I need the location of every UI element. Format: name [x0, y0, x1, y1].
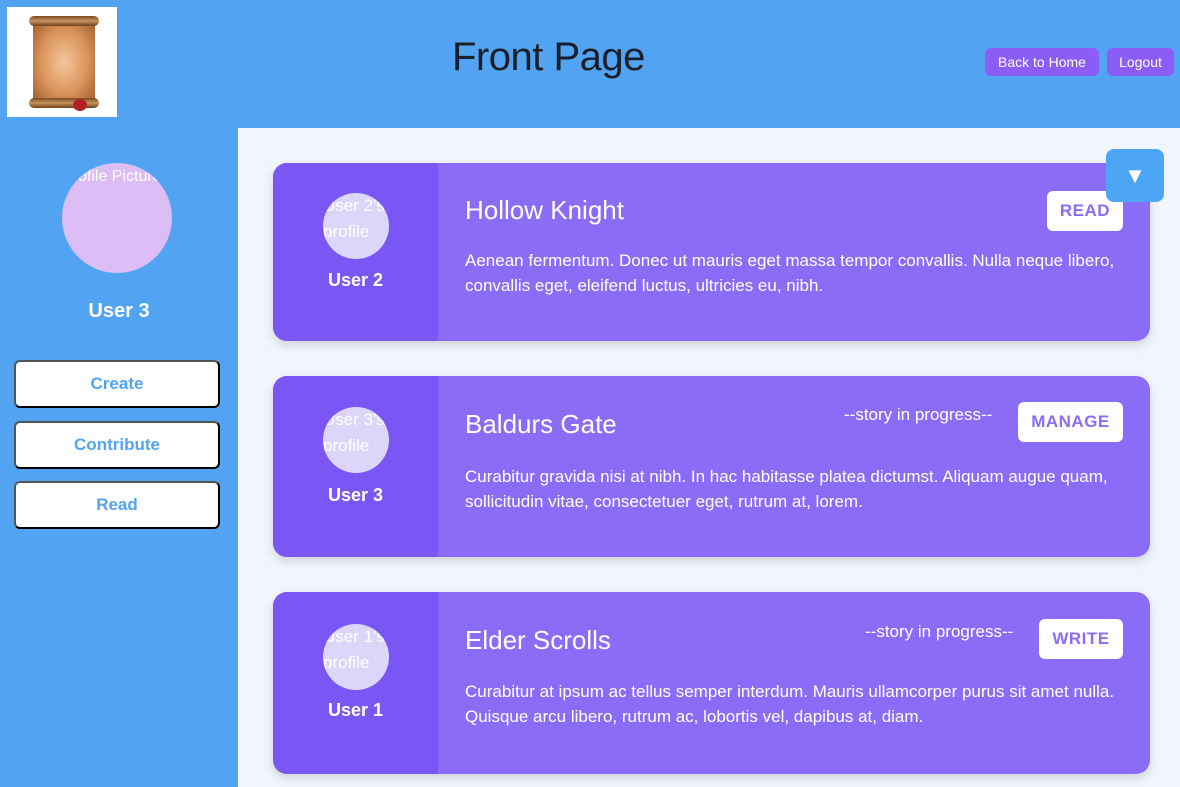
story-description: Curabitur at ipsum ac tellus semper inte… — [465, 682, 1115, 726]
author-avatar[interactable]: User 2's profile — [323, 193, 389, 259]
story-author: User 3 — [327, 485, 384, 505]
contribute-button[interactable]: Contribute — [14, 421, 220, 469]
sidebar-username: User 3 — [88, 300, 150, 322]
story-description: Aenean fermentum. Donec ut mauris eget m… — [465, 251, 1115, 295]
story-card: User 3's profile User 3 Baldurs Gate --s… — [273, 376, 1150, 557]
story-author: User 1 — [327, 700, 384, 720]
read-button[interactable]: Read — [14, 481, 220, 529]
author-avatar-alt-text: User 3's profile — [323, 410, 385, 455]
scroll-roll-bottom — [29, 98, 99, 108]
story-author: User 2 — [327, 270, 384, 290]
story-status: --story in progress-- — [844, 405, 993, 424]
story-title: Hollow Knight — [465, 195, 624, 225]
story-description: Curabitur gravida nisi at nibh. In hac h… — [465, 467, 1108, 511]
author-avatar-alt-text: User 1's profile — [323, 627, 385, 672]
story-title: Baldurs Gate — [465, 409, 617, 439]
header: Front Page Back to Home Logout — [0, 0, 1180, 128]
write-story-button[interactable]: WRITE — [1039, 619, 1123, 659]
back-to-home-button[interactable]: Back to Home — [985, 48, 1099, 76]
scroll-logo-icon[interactable] — [7, 7, 117, 117]
story-author-panel: User 3's profile User 3 — [273, 376, 438, 557]
author-avatar[interactable]: User 1's profile — [323, 624, 389, 690]
profile-picture-alt-text: Profile Picture — [62, 168, 162, 185]
page-title: Front Page — [452, 35, 645, 79]
story-title: Elder Scrolls — [465, 625, 611, 655]
story-card: User 1's profile User 1 Elder Scrolls --… — [273, 592, 1150, 774]
story-author-panel: User 1's profile User 1 — [273, 592, 438, 774]
author-avatar[interactable]: User 3's profile — [323, 407, 389, 473]
create-button[interactable]: Create — [14, 360, 220, 408]
profile-picture[interactable]: Profile Picture — [62, 163, 172, 273]
story-status: --story in progress-- — [865, 622, 1014, 641]
triangle-down-icon[interactable]: ▼ — [1106, 149, 1164, 202]
logout-button[interactable]: Logout — [1107, 48, 1174, 76]
manage-story-button[interactable]: MANAGE — [1018, 402, 1123, 442]
story-author-panel: User 2's profile User 2 — [273, 163, 438, 341]
scroll-roll-top — [29, 16, 99, 26]
story-card: User 2's profile User 2 Hollow Knight RE… — [273, 163, 1150, 341]
author-avatar-alt-text: User 2's profile — [323, 196, 385, 241]
sidebar: Profile Picture User 3 Create Contribute… — [0, 128, 238, 787]
wax-seal — [73, 99, 87, 111]
scroll-parchment — [33, 21, 95, 103]
